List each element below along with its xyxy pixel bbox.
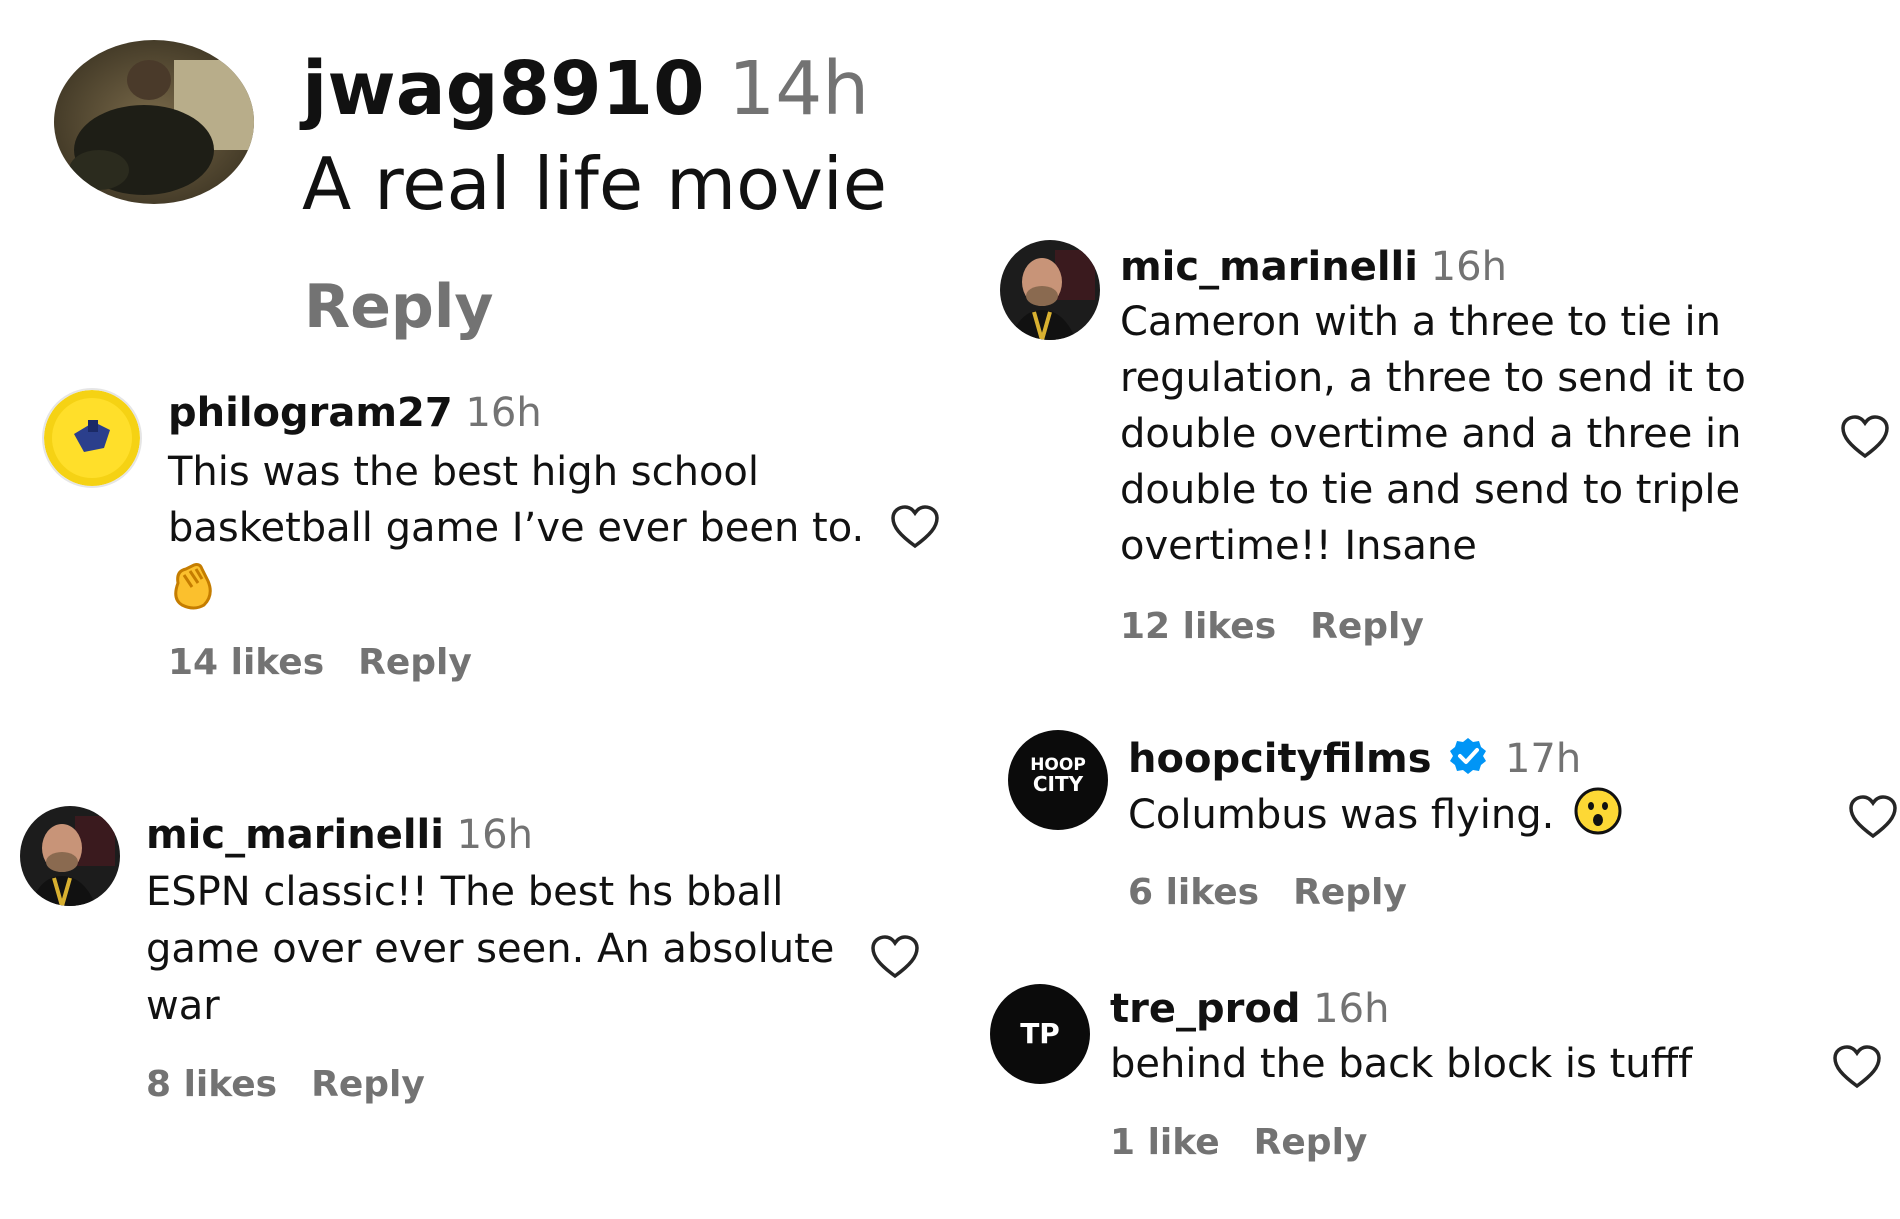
philogram27-text-line-2: basketball game I’ve ever been to.: [168, 505, 865, 551]
comment-mic-marinelli-right: mic_marinelli 16h Cameron with a three t…: [990, 236, 1900, 656]
mic-marinelli-right-reply-button[interactable]: Reply: [1310, 606, 1424, 647]
mic-marinelli-left-like-heart-icon[interactable]: [870, 934, 920, 984]
philogram27-avatar[interactable]: [42, 388, 142, 488]
verified-badge-icon: [1448, 736, 1488, 788]
mic-marinelli-right-text-line-2: regulation, a three to send it to: [1120, 355, 1746, 401]
jwag8910-avatar[interactable]: [54, 40, 254, 204]
tre-prod-reply-button[interactable]: Reply: [1254, 1122, 1368, 1163]
top-comment: jwag8910 14h A real life movie Reply: [0, 0, 960, 360]
hoopcityfilms-likes-count[interactable]: 6 likes: [1128, 872, 1259, 913]
mic-marinelli-right-username[interactable]: mic_marinelli: [1120, 244, 1418, 290]
tp-logo-avatar-icon: TP: [1020, 1017, 1060, 1050]
mic-marinelli-right-like-heart-icon[interactable]: [1840, 414, 1890, 464]
top-comment-username[interactable]: jwag8910: [302, 46, 705, 132]
tre-prod-time: 16h: [1313, 986, 1390, 1032]
clapping-hands-emoji-icon: [168, 556, 864, 612]
man-photo-avatar-icon: [20, 806, 120, 906]
mic-marinelli-left-reply-button[interactable]: Reply: [311, 1064, 425, 1105]
hoopcityfilms-text: Columbus was flying.: [1128, 792, 1555, 838]
philogram27-reply-button[interactable]: Reply: [358, 642, 472, 683]
hoop-city-logo-avatar-icon: HOOP CITY: [1008, 756, 1108, 796]
top-comment-text: A real life movie: [302, 142, 888, 226]
philogram27-username[interactable]: philogram27: [168, 390, 453, 436]
mic-marinelli-avatar[interactable]: [1000, 240, 1100, 340]
mic-marinelli-left-username[interactable]: mic_marinelli: [146, 812, 444, 858]
comment-philogram27: philogram27 16h This was the best high s…: [0, 380, 960, 700]
philogram27-time: 16h: [465, 390, 542, 436]
city-logo-text: CITY: [1032, 772, 1084, 796]
philogram27-text-line-1: This was the best high school: [168, 449, 759, 495]
mic-marinelli-right-text-line-5: overtime!! Insane: [1120, 523, 1477, 569]
hoopcityfilms-username[interactable]: hoopcityfilms: [1128, 736, 1432, 782]
mic-marinelli-left-text-line-1: ESPN classic!! The best hs bball: [146, 869, 784, 915]
mic-marinelli-right-time: 16h: [1430, 244, 1507, 290]
mic-marinelli-left-text-line-2: game over ever seen. An absolute: [146, 926, 835, 972]
tre-prod-text: behind the back block is tufff: [1110, 1041, 1693, 1087]
tre-prod-likes-count[interactable]: 1 like: [1110, 1122, 1220, 1163]
comment-hoopcityfilms: HOOP CITY hoopcityfilms 17h Columbus was…: [990, 730, 1900, 930]
top-comment-reply-button[interactable]: Reply: [304, 270, 494, 344]
mic-marinelli-left-time: 16h: [456, 812, 533, 858]
mic-marinelli-left-likes-count[interactable]: 8 likes: [146, 1064, 277, 1105]
tre-prod-avatar[interactable]: TP: [990, 984, 1090, 1084]
man-photo-avatar-icon: [1000, 240, 1100, 340]
yellow-logo-avatar-icon: [44, 390, 140, 486]
hoopcityfilms-avatar[interactable]: HOOP CITY: [1008, 730, 1108, 830]
person-photo-avatar-icon: [54, 40, 254, 204]
philogram27-like-heart-icon[interactable]: [890, 504, 940, 554]
mic-marinelli-avatar[interactable]: [20, 806, 120, 906]
tre-prod-like-heart-icon[interactable]: [1832, 1044, 1882, 1094]
mic-marinelli-right-text-line-1: Cameron with a three to tie in: [1120, 299, 1721, 345]
top-comment-time: 14h: [728, 46, 870, 132]
comment-mic-marinelli-left: mic_marinelli 16h ESPN classic!! The bes…: [0, 800, 960, 1120]
tre-prod-username[interactable]: tre_prod: [1110, 986, 1300, 1032]
mic-marinelli-right-text-line-3: double overtime and a three in: [1120, 411, 1742, 457]
mic-marinelli-left-text-line-3: war: [146, 983, 220, 1029]
philogram27-likes-count[interactable]: 14 likes: [168, 642, 324, 683]
mic-marinelli-right-text-line-4: double to tie and send to triple: [1120, 467, 1741, 513]
hoopcityfilms-time: 17h: [1504, 736, 1582, 782]
hoopcityfilms-like-heart-icon[interactable]: [1848, 794, 1898, 844]
comment-tre-prod: TP tre_prod 16h behind the back block is…: [990, 984, 1900, 1184]
astonished-face-emoji-icon: [1573, 786, 1623, 851]
mic-marinelli-right-likes-count[interactable]: 12 likes: [1120, 606, 1276, 647]
hoopcityfilms-reply-button[interactable]: Reply: [1293, 872, 1407, 913]
